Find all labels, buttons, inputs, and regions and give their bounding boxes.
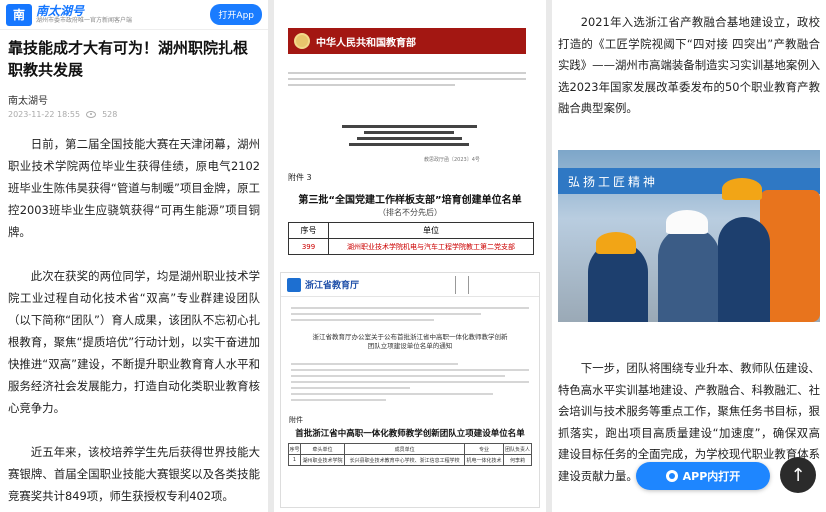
article-panel-right: 2021年入选浙江省产教融合基地建设立，政校打造的《工匠学院视阈下“四对接 四突… (552, 0, 826, 512)
ministry-notice-image: 中华人民共和国教育部 教思政厅函〔2023〕4号 (274, 0, 546, 165)
table-header-row: 序号 单位 (288, 222, 534, 239)
article-title: 靠技能成才大有可为！湖州职院扎根职教共发展 (8, 39, 249, 79)
app-icon (665, 470, 678, 482)
article-meta: 2023-11-22 18:55 528 (0, 107, 268, 119)
notice-number: 教思政厅函〔2023〕4号 (424, 157, 480, 163)
table-row: 399 湖州职业技术学院机电与汽车工程学院教工第二党支部 (288, 238, 534, 255)
app-header: 南 南太湖号 湖州市委市政府唯一官方新闻客户端 打开App (0, 0, 268, 30)
back-to-top-button[interactable]: ↑ (780, 457, 816, 493)
paragraph-1: 日前，第二届全国技能大赛在天津闭幕，湖州职业技术学院两位毕业生获得佳绩，原电气2… (8, 136, 260, 239)
team-table: 序号 牵头单位 成员单位 专业 团队负责人 1 湖州职业技术学院 长兴县职业技术… (288, 443, 533, 466)
brand-name: 南太湖号 (36, 3, 85, 18)
students-workshop-photo: 弘扬工匠精神 (558, 150, 820, 322)
zhejiang-notice-title: 浙江省教育厅办公室关于公布首批浙江省中高职一体化教师教学创新团队立项建设单位名单… (312, 333, 508, 350)
helmet-icon (596, 232, 636, 254)
eye-icon (86, 110, 97, 118)
article-panel-middle: 中华人民共和国教育部 教思政厅函〔2023〕4号 附件 3 第三批“全国党建工作… (274, 0, 546, 512)
ministry-banner: 中华人民共和国教育部 (288, 28, 526, 54)
open-app-button[interactable]: 打开App (210, 4, 262, 25)
zhejiang-notice-image: 浙江省教育厅 浙江省教育厅办公室关于公布首批浙江省中高职一体化教师教学创新团队立… (280, 272, 540, 508)
view-count: 528 (102, 109, 118, 119)
honor-table: 序号 单位 399 湖州职业技术学院机电与汽车工程学院教工第二党支部 (288, 222, 534, 255)
zhejiang-list-title: 首批浙江省中高职一体化教师教学创新团队立项建设单位名单 (295, 429, 525, 439)
article-panel-left: 南 南太湖号 湖州市委市政府唯一官方新闻客户端 打开App 靠技能成才大有可为！… (0, 0, 268, 512)
zhejiang-edu-logo-icon (287, 277, 301, 292)
paragraph-2: 此次在获奖的两位同学，均是湖州职业技术学院工业过程自动化技术省“双高”专业群建设… (8, 268, 260, 415)
article-author[interactable]: 南太湖号 (0, 82, 268, 107)
app-logo: 南 (6, 3, 32, 26)
national-emblem-icon (294, 33, 310, 49)
paragraph-4: 2021年入选浙江省产教融合基地建设立，政校打造的《工匠学院视阈下“四对接 四突… (558, 15, 820, 115)
attachment-label: 附件 3 (288, 173, 312, 182)
tower-icon (455, 276, 469, 294)
open-in-app-button[interactable]: APP内打开 (636, 462, 770, 490)
notice-meta-lines (288, 68, 526, 90)
paragraph-3: 近五年来，该校培养学生先后获得世界技能大赛银牌、首届全国职业技能大赛银奖以及各类… (8, 444, 260, 503)
table-row: 1 湖州职业技术学院 长兴县职业技术教育中心学校、浙江信息工程学校 机电一体化技… (288, 454, 533, 466)
notice-heading-lines (334, 122, 484, 149)
attachment-title: 第三批“全国党建工作样板支部”培育创建单位名单 (298, 195, 522, 206)
helmet-icon (666, 210, 708, 234)
brand-subtitle: 湖州市委市政府唯一官方新闻客户端 (36, 16, 133, 24)
publish-date: 2023-11-22 18:55 (8, 109, 81, 119)
attachment-subtitle: （排名不分先后） (378, 208, 442, 217)
helmet-icon (722, 178, 762, 200)
